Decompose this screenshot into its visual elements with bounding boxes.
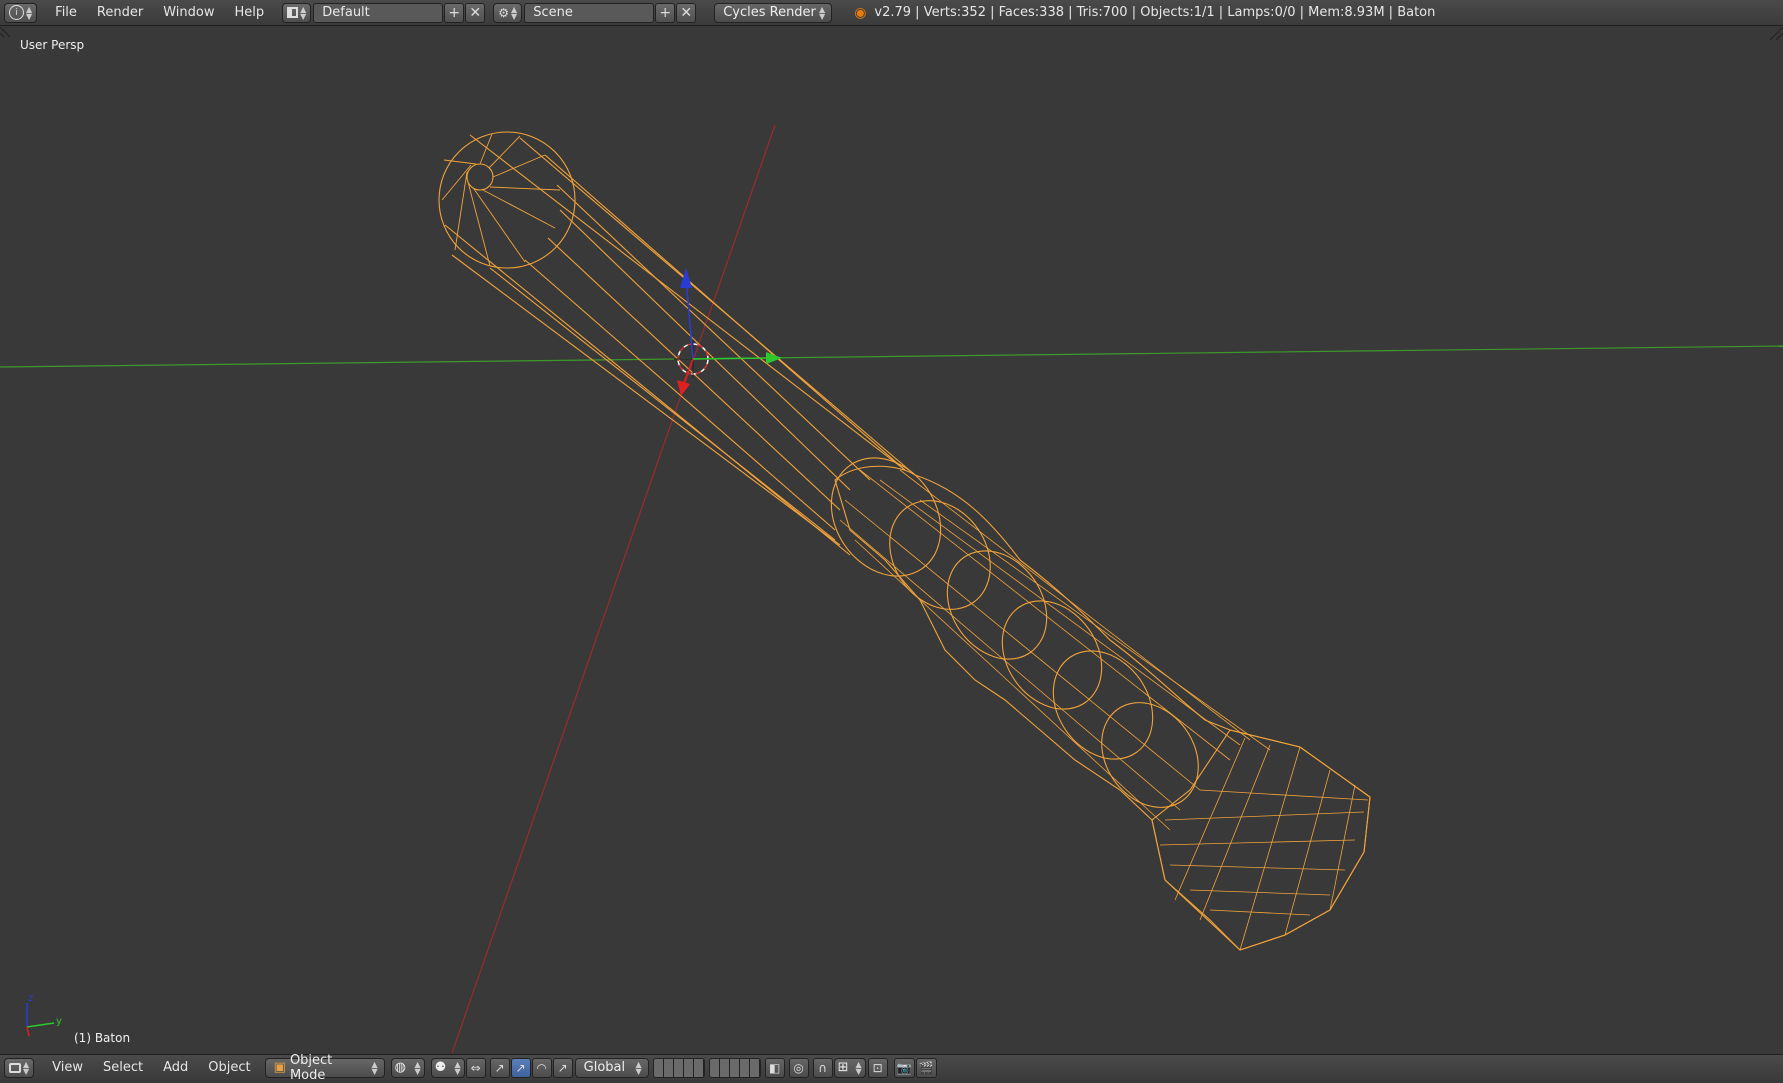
screen-layout-browse-button[interactable]: ▲ ▼ (282, 2, 312, 23)
proportional-editing-button[interactable]: ◎ (788, 1057, 809, 1078)
lock-layers-button[interactable]: ◧ (764, 1057, 785, 1078)
mode-dropdown[interactable]: ▣ Object Mode ▲ ▼ (264, 1053, 385, 1083)
manipulator-icon: ⇔ (470, 1060, 481, 1075)
y-axis-line (0, 345, 1783, 368)
remove-scene-button[interactable]: ✕ (676, 2, 697, 23)
render-animation-button[interactable]: 🎬 (915, 1057, 937, 1078)
snap-target-button[interactable]: ⊡ (867, 1057, 888, 1078)
editor-type-button[interactable]: ▲ ▼ (4, 1057, 35, 1078)
menu-select[interactable]: Select (93, 1060, 153, 1075)
add-scene-button[interactable]: + (655, 2, 676, 23)
menu-view[interactable]: View (42, 1060, 93, 1075)
scale-icon: ↗ (557, 1060, 568, 1075)
chevron-updown-icon: ▲ ▼ (635, 1059, 642, 1076)
scene-field[interactable]: Scene (524, 2, 655, 23)
render-engine-label: Cycles Render (723, 5, 816, 20)
chevron-updown-icon: ▲ ▼ (855, 1059, 862, 1076)
scene-statistics: v2.79 | Verts:352 | Faces:338 | Tris:700… (874, 5, 1436, 20)
blender-logo-icon: ◉ (854, 4, 867, 21)
info-header: i ▲ ▼ File Render Window Help ▲ ▼ Default … (0, 0, 1783, 26)
editor-type-button[interactable]: i ▲ ▼ (4, 2, 38, 23)
orientation-label: Global (583, 1060, 626, 1075)
remove-layout-button[interactable]: ✕ (465, 2, 486, 23)
screen-layout-field[interactable]: Default (313, 2, 444, 23)
menu-render[interactable]: Render (87, 5, 153, 20)
info-icon: i (9, 5, 24, 20)
snap-increment-icon: ⊞ (837, 1060, 849, 1075)
menu-object[interactable]: Object (198, 1060, 260, 1075)
plus-icon: + (659, 4, 672, 21)
area-split-handle (0, 27, 11, 38)
chevron-updown-icon: ▲ ▼ (511, 4, 518, 21)
move-manipulator-button[interactable]: ↗ (510, 1057, 531, 1078)
rotate-manipulator-button[interactable]: ◠ (531, 1057, 552, 1078)
3d-viewport[interactable]: z y (0, 27, 1783, 1053)
cube-icon: ▣ (273, 1060, 286, 1075)
transform-orientation-dropdown[interactable]: Global ▲ ▼ (574, 1057, 649, 1078)
close-icon: ✕ (680, 4, 693, 21)
snap-element-dropdown[interactable]: ⊞ ▲ ▼ (833, 1057, 866, 1078)
magnet-icon: ∩ (818, 1060, 828, 1075)
menu-add[interactable]: Add (153, 1060, 198, 1075)
render-image-button[interactable]: 📷 (893, 1057, 915, 1078)
rotate-icon: ◠ (536, 1060, 547, 1075)
chevron-updown-icon: ▲ ▼ (300, 4, 307, 21)
pivot-point-dropdown[interactable]: ⚉ ▲ ▼ (430, 1057, 465, 1078)
baton-wireframe (438, 131, 1371, 951)
chevron-updown-icon: ▲ ▼ (819, 4, 826, 21)
scene-layers-grid[interactable] (652, 1057, 705, 1078)
layers-icon: ◧ (768, 1060, 781, 1075)
plus-icon: + (448, 4, 461, 21)
scene-icon: ⚙ (498, 5, 510, 20)
menu-help[interactable]: Help (224, 5, 274, 20)
axis-z-label: z (28, 993, 33, 1004)
snap-target-icon: ⊡ (872, 1060, 883, 1075)
axis-y-label: y (56, 1016, 62, 1027)
active-object-label: (1) Baton (74, 1031, 131, 1045)
clapper-icon: 🎬 (918, 1060, 934, 1075)
add-layout-button[interactable]: + (444, 2, 465, 23)
manipulator-toggle-button[interactable]: ⇔ (465, 1057, 486, 1078)
area-split-handle (1769, 27, 1783, 41)
arrow-icon: ↗ (515, 1060, 526, 1075)
scale-manipulator-button[interactable]: ↗ (552, 1057, 573, 1078)
chevron-updown-icon: ▲ ▼ (454, 1059, 461, 1076)
render-engine-dropdown[interactable]: Cycles Render ▲ ▼ (714, 2, 833, 23)
x-axis-line (451, 124, 776, 1053)
chevron-updown-icon: ▲ ▼ (26, 4, 33, 21)
3d-view-icon (9, 1062, 21, 1073)
mode-label: Object Mode (289, 1052, 333, 1083)
view-perspective-label: User Persp (20, 38, 85, 52)
camera-icon: 📷 (896, 1060, 912, 1075)
layout-icon (287, 7, 299, 18)
snap-toggle-button[interactable]: ∩ (812, 1057, 833, 1078)
chevron-updown-icon: ▲ ▼ (414, 1059, 421, 1076)
translate-manipulator-button[interactable]: ↗ (489, 1057, 510, 1078)
viewport-canvas[interactable]: z y (0, 27, 1783, 1053)
chevron-updown-icon: ▲ ▼ (23, 1059, 30, 1076)
close-icon: ✕ (469, 4, 482, 21)
3d-view-header: ▲ ▼ View Select Add Object ▣ Object Mode … (0, 1053, 1783, 1083)
wireframe-shading-icon: ◍ (394, 1060, 406, 1075)
axes-icon: ↗ (494, 1060, 505, 1075)
viewport-shading-dropdown[interactable]: ◍ ▲ ▼ (390, 1057, 425, 1078)
scene-layers-grid-2[interactable] (708, 1057, 761, 1078)
menu-window[interactable]: Window (153, 5, 224, 20)
chevron-updown-icon: ▲ ▼ (371, 1059, 378, 1076)
scene-browse-button[interactable]: ⚙ ▲ ▼ (493, 2, 523, 23)
proportional-icon: ◎ (793, 1060, 804, 1075)
pivot-icon: ⚉ (434, 1060, 447, 1075)
axis-gizmo: z y (26, 993, 62, 1037)
menu-file[interactable]: File (45, 5, 87, 20)
